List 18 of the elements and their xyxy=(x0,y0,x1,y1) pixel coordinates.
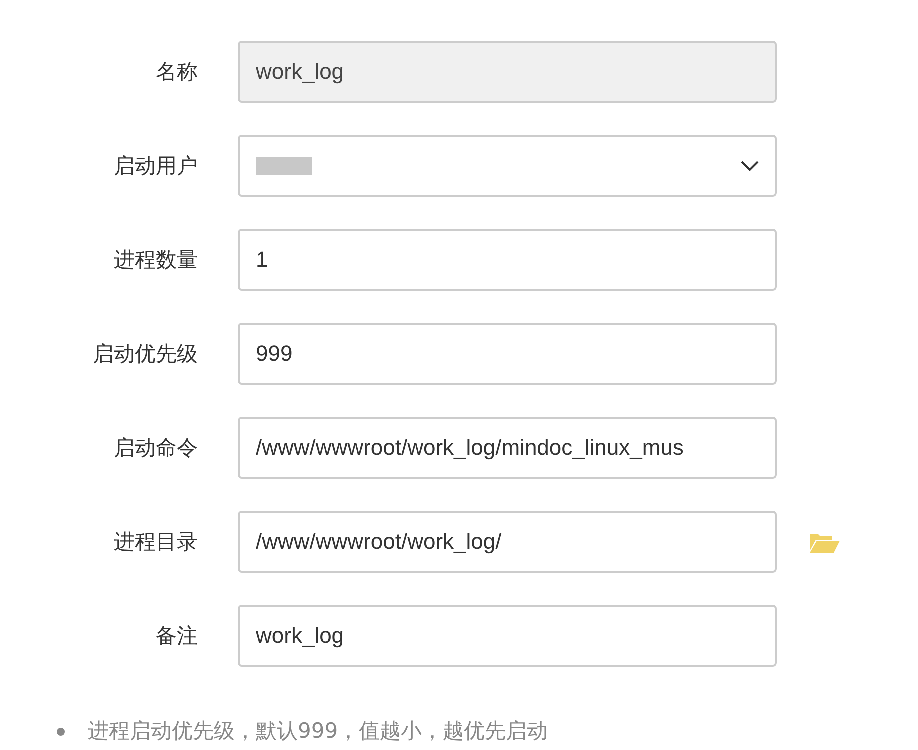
hint-text: 进程启动优先级，默认999，值越小，越优先启动 xyxy=(88,719,548,743)
field-label: 备注 xyxy=(155,623,198,650)
chevron-down-icon xyxy=(741,161,759,171)
field-label: 启动命令 xyxy=(113,435,198,462)
input-field[interactable]: /www/wwwroot/work_log/ xyxy=(238,511,777,573)
user-select[interactable] xyxy=(238,135,777,197)
redacted-value xyxy=(256,157,312,175)
field-label: 进程目录 xyxy=(113,529,198,556)
field-label: 进程数量 xyxy=(113,247,198,274)
input-field[interactable]: 1 xyxy=(238,229,777,291)
field-label: 启动用户 xyxy=(113,153,198,180)
input-field[interactable]: /www/wwwroot/work_log/mindoc_linux_mus xyxy=(238,417,777,479)
bullet-icon xyxy=(57,728,65,736)
field-label: 启动优先级 xyxy=(92,341,198,368)
field-label: 名称 xyxy=(155,59,198,86)
input-field[interactable]: work_log xyxy=(238,605,777,667)
folder-icon[interactable] xyxy=(809,531,840,553)
input-field[interactable]: 999 xyxy=(238,323,777,385)
